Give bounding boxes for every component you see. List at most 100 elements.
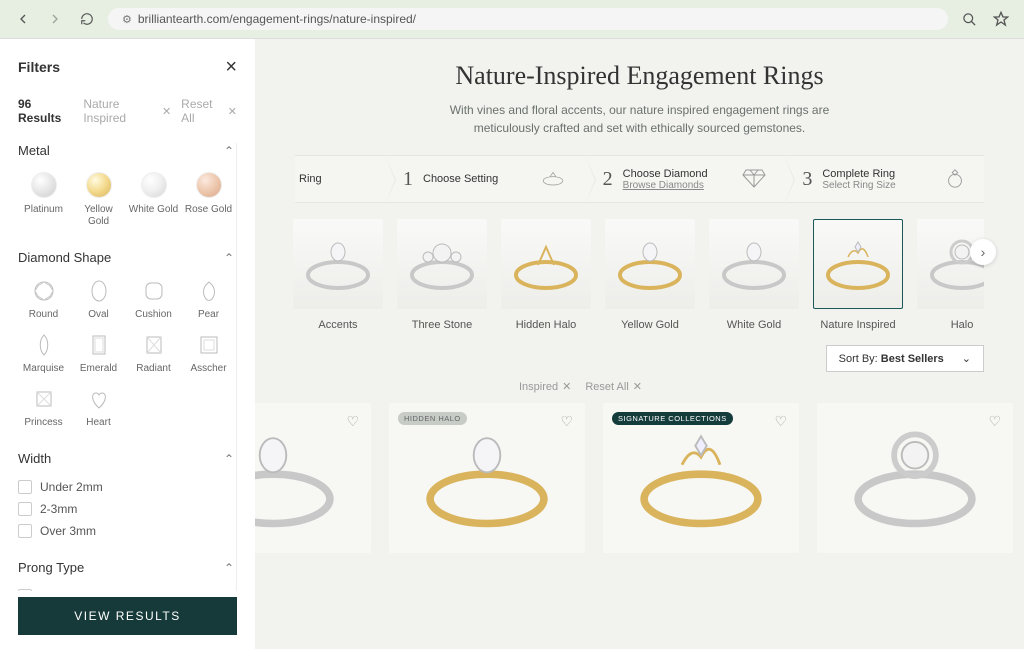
- marquise-shape-icon: [32, 333, 56, 357]
- carousel-label: Nature Inspired: [820, 319, 895, 331]
- shape-marquise[interactable]: Marquise: [18, 333, 69, 375]
- bookmark-icon[interactable]: [990, 8, 1012, 30]
- shape-princess[interactable]: Princess: [18, 387, 69, 429]
- carousel-label: Halo: [951, 319, 974, 331]
- shape-asscher[interactable]: Asscher: [183, 333, 234, 375]
- carousel-label: Three Stone: [412, 319, 473, 331]
- carousel-item-accents[interactable]: Accents: [290, 219, 386, 331]
- section-shape[interactable]: Diamond Shape⌃: [18, 250, 234, 265]
- reset-filters-main[interactable]: Reset All ✕: [585, 380, 642, 393]
- view-results-button[interactable]: VIEW RESULTS: [18, 597, 237, 635]
- shape-pear[interactable]: Pear: [183, 279, 234, 321]
- carousel-label: Hidden Halo: [516, 319, 577, 331]
- shape-oval[interactable]: Oval: [73, 279, 124, 321]
- carousel-thumb: [917, 219, 984, 309]
- princess-shape-icon: [32, 387, 56, 411]
- radiant-shape-icon: [142, 333, 166, 357]
- page-title: Nature-Inspired Engagement Rings: [295, 61, 984, 91]
- step-1[interactable]: 1 Choose Setting: [385, 156, 585, 202]
- carousel-thumb: [605, 219, 695, 309]
- close-icon[interactable]: ×: [225, 57, 237, 77]
- swatch-white-gold: [141, 172, 167, 198]
- result-count: 96 Results: [18, 97, 73, 125]
- checkbox-icon: [18, 589, 32, 591]
- product-grid: ♡ HIDDEN HALO ♡ SIGNATURE COLLECTIONS ♡ ♡: [255, 403, 1024, 553]
- carousel-item-three-stone[interactable]: Three Stone: [394, 219, 490, 331]
- product-card[interactable]: ♡: [255, 403, 371, 553]
- url-bar[interactable]: ⚙ brilliantearth.com/engagement-rings/na…: [108, 8, 948, 30]
- carousel-thumb: [293, 219, 383, 309]
- chevron-up-icon: ⌃: [224, 452, 234, 466]
- carousel-item-white-gold[interactable]: White Gold: [706, 219, 802, 331]
- favorite-icon[interactable]: ♡: [988, 413, 1001, 430]
- cushion-shape-icon: [142, 279, 166, 303]
- step-3[interactable]: 3 Complete RingSelect Ring Size: [784, 156, 984, 202]
- active-filter-chip[interactable]: Nature Inspired✕: [83, 97, 171, 125]
- section-width[interactable]: Width⌃: [18, 451, 234, 466]
- back-button[interactable]: [12, 8, 34, 30]
- carousel-label: Yellow Gold: [621, 319, 679, 331]
- step-2[interactable]: 2 Choose DiamondBrowse Diamonds: [585, 156, 785, 202]
- product-badge: HIDDEN HALO: [398, 412, 467, 425]
- width-option[interactable]: 2-3mm: [18, 502, 234, 516]
- product-card[interactable]: HIDDEN HALO ♡: [389, 403, 585, 553]
- favorite-icon[interactable]: ♡: [560, 413, 573, 430]
- section-metal[interactable]: Metal⌃: [18, 143, 234, 158]
- site-info-icon[interactable]: ⚙: [122, 13, 132, 26]
- carousel-item-yellow-gold[interactable]: Yellow Gold: [602, 219, 698, 331]
- prong-option[interactable]: 4 Prong: [18, 589, 234, 591]
- product-badge: SIGNATURE COLLECTIONS: [612, 412, 733, 425]
- forward-button[interactable]: [44, 8, 66, 30]
- shape-radiant[interactable]: Radiant: [128, 333, 179, 375]
- shape-cushion[interactable]: Cushion: [128, 279, 179, 321]
- width-option[interactable]: Over 3mm: [18, 524, 234, 538]
- style-carousel[interactable]: Accents Three Stone Hidden Halo Yellow Gold…: [290, 203, 984, 331]
- swatch-rose-gold: [196, 172, 222, 198]
- url-text: brilliantearth.com/engagement-rings/natu…: [138, 12, 416, 26]
- carousel-item-halo[interactable]: Halo: [914, 219, 984, 331]
- checkbox-icon: [18, 502, 32, 516]
- metal-white-gold[interactable]: White Gold: [128, 172, 179, 228]
- round-shape-icon: [32, 279, 56, 303]
- shape-heart[interactable]: Heart: [73, 387, 124, 429]
- complete-ring-icon: [944, 167, 966, 192]
- chevron-down-icon: ⌄: [962, 352, 971, 365]
- carousel-thumb: [501, 219, 591, 309]
- carousel-thumb: [397, 219, 487, 309]
- emerald-shape-icon: [87, 333, 111, 357]
- pear-shape-icon: [197, 279, 221, 303]
- favorite-icon[interactable]: ♡: [774, 413, 787, 430]
- shape-emerald[interactable]: Emerald: [73, 333, 124, 375]
- ring-setting-icon: [539, 169, 567, 190]
- page-subtitle: With vines and floral accents, our natur…: [420, 101, 860, 137]
- width-option[interactable]: Under 2mm: [18, 480, 234, 494]
- reset-filters[interactable]: Reset All✕: [181, 97, 237, 125]
- carousel-next-button[interactable]: ›: [970, 239, 996, 265]
- browser-toolbar: ⚙ brilliantearth.com/engagement-rings/na…: [0, 0, 1024, 39]
- sort-dropdown[interactable]: Sort By: Best Sellers ⌄: [826, 345, 984, 372]
- reload-button[interactable]: [76, 8, 98, 30]
- swatch-platinum: [31, 172, 57, 198]
- active-filter-chip-main[interactable]: Inspired ✕: [519, 380, 571, 393]
- chevron-up-icon: ⌃: [224, 251, 234, 265]
- metal-platinum[interactable]: Platinum: [18, 172, 69, 228]
- active-filters-bar: Inspired ✕ Reset All ✕: [519, 380, 1024, 403]
- metal-rose-gold[interactable]: Rose Gold: [183, 172, 234, 228]
- product-card[interactable]: ♡: [817, 403, 1013, 553]
- diamond-icon: [742, 168, 766, 191]
- zoom-icon[interactable]: [958, 8, 980, 30]
- filters-panel: Filters × 96 Results Nature Inspired✕ Re…: [0, 39, 255, 649]
- carousel-item-hidden-halo[interactable]: Hidden Halo: [498, 219, 594, 331]
- carousel-label: White Gold: [727, 319, 781, 331]
- asscher-shape-icon: [197, 333, 221, 357]
- filters-title: Filters: [18, 59, 60, 75]
- metal-yellow-gold[interactable]: Yellow Gold: [73, 172, 124, 228]
- section-prong[interactable]: Prong Type⌃: [18, 560, 234, 575]
- carousel-item-nature-inspired[interactable]: Nature Inspired: [810, 219, 906, 331]
- chevron-up-icon: ⌃: [224, 144, 234, 158]
- favorite-icon[interactable]: ♡: [346, 413, 359, 430]
- swatch-yellow-gold: [86, 172, 112, 198]
- shape-round[interactable]: Round: [18, 279, 69, 321]
- progress-steps: Ring 1 Choose Setting 2 Choose DiamondBr…: [295, 155, 984, 203]
- product-card[interactable]: SIGNATURE COLLECTIONS ♡: [603, 403, 799, 553]
